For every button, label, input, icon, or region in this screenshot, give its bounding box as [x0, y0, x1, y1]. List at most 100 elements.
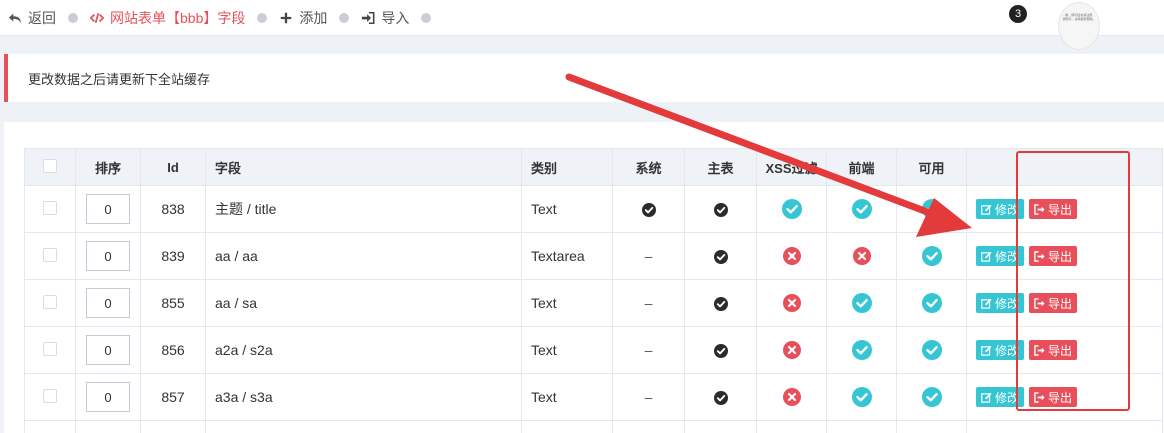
order-input[interactable]: [86, 241, 130, 271]
xss-cell: [756, 232, 827, 280]
row-select-cell: [24, 232, 76, 280]
col-type[interactable]: 类别: [521, 148, 613, 186]
frontend-check-icon[interactable]: [851, 293, 872, 313]
col-actions: [966, 148, 1163, 186]
partial-cell: [521, 420, 613, 433]
export-button[interactable]: 导出: [1029, 293, 1078, 313]
frontend-check-icon[interactable]: [851, 340, 872, 360]
actions-cell: 修改 导出: [966, 373, 1163, 421]
edit-button[interactable]: 修改: [976, 293, 1025, 313]
xss-cell: [756, 373, 827, 421]
id-cell: 855: [140, 279, 206, 327]
col-order[interactable]: 排序: [75, 148, 141, 186]
select-all-checkbox[interactable]: [43, 158, 57, 173]
edit-button[interactable]: 修改: [976, 387, 1025, 407]
import-button[interactable]: 导入: [361, 8, 409, 28]
export-button[interactable]: 导出: [1029, 340, 1078, 360]
partial-cell: [75, 420, 141, 433]
frontend-check-icon[interactable]: [851, 387, 872, 407]
sign-out-icon: [1034, 203, 1045, 215]
row-checkbox[interactable]: [43, 294, 57, 309]
col-xss[interactable]: XSS过滤: [756, 148, 827, 186]
edit-button[interactable]: 修改: [976, 246, 1025, 266]
id-cell: 838: [140, 185, 206, 233]
main-check-icon: [713, 344, 728, 359]
export-label: 导出: [1048, 296, 1073, 311]
row-checkbox[interactable]: [43, 200, 57, 215]
main-check-icon: [713, 297, 728, 312]
frontend-cell: [826, 279, 897, 327]
import-label: 导入: [381, 9, 410, 26]
export-button[interactable]: 导出: [1029, 387, 1078, 407]
order-input[interactable]: [86, 194, 130, 224]
edit-button[interactable]: 修改: [976, 199, 1025, 219]
row-checkbox[interactable]: [43, 341, 57, 356]
row-checkbox[interactable]: [43, 247, 57, 262]
main-check-icon: [713, 391, 728, 406]
separator-dot: [339, 12, 350, 23]
actions-cell: 修改 导出: [966, 326, 1163, 374]
edit-icon: [981, 204, 992, 215]
top-toolbar: 返回 网站表单【bbb】字段 添加 导入: [0, 0, 1164, 36]
partial-cell: [966, 420, 1163, 433]
xss-cross-icon[interactable]: [782, 247, 801, 266]
id-cell: 856: [140, 326, 206, 374]
table-row: 839aa / aaTextarea – 修改 导出: [24, 232, 1163, 280]
enabled-check-icon[interactable]: [921, 199, 942, 219]
edit-label: 修改: [995, 296, 1020, 311]
export-label: 导出: [1048, 202, 1073, 217]
partial-cell: [684, 420, 757, 433]
row-checkbox[interactable]: [43, 388, 57, 403]
sign-out-icon: [1034, 344, 1045, 356]
separator-dot: [257, 12, 268, 23]
partial-cell: [24, 420, 76, 433]
notification-badge[interactable]: 3: [1009, 5, 1027, 23]
xss-cross-icon[interactable]: [782, 388, 801, 407]
export-button[interactable]: 导出: [1029, 246, 1078, 266]
edit-button[interactable]: 修改: [976, 340, 1025, 360]
sign-out-icon: [1034, 297, 1045, 309]
frontend-check-icon[interactable]: [851, 199, 872, 219]
export-button[interactable]: 导出: [1029, 199, 1078, 219]
export-label: 导出: [1048, 390, 1073, 405]
edit-label: 修改: [995, 202, 1020, 217]
order-cell: [75, 185, 141, 233]
breadcrumb-current-label: 网站表单【bbb】字段: [110, 9, 246, 26]
order-input[interactable]: [86, 288, 130, 318]
breadcrumb-current[interactable]: 网站表单【bbb】字段: [90, 8, 245, 28]
avatar[interactable]: ...像，即可加友请注意，通知与，请用搜索帮助。: [1058, 2, 1100, 50]
col-system[interactable]: 系统: [612, 148, 685, 186]
col-enabled[interactable]: 可用: [896, 148, 967, 186]
type-cell: Text: [521, 373, 613, 421]
col-id[interactable]: Id: [140, 148, 206, 186]
xss-cross-icon[interactable]: [782, 341, 801, 360]
main-cell: [684, 279, 757, 327]
select-all-cell: [24, 148, 76, 186]
frontend-cell: [826, 185, 897, 233]
frontend-cell: [826, 232, 897, 280]
system-dash: –: [644, 342, 653, 358]
table-row-partial: [24, 420, 1163, 433]
main-cell: [684, 185, 757, 233]
system-cell: [612, 185, 685, 233]
main-cell: [684, 326, 757, 374]
back-button[interactable]: 返回: [8, 8, 56, 28]
xss-check-icon[interactable]: [781, 199, 802, 219]
id-cell: 857: [140, 373, 206, 421]
field-cell: aa / sa: [205, 279, 522, 327]
enabled-check-icon[interactable]: [921, 387, 942, 407]
sign-out-icon: [1034, 391, 1045, 403]
col-main[interactable]: 主表: [684, 148, 757, 186]
field-cell: a2a / s2a: [205, 326, 522, 374]
col-field[interactable]: 字段: [205, 148, 522, 186]
enabled-check-icon[interactable]: [921, 340, 942, 360]
frontend-cross-icon[interactable]: [852, 247, 871, 266]
col-frontend[interactable]: 前端: [826, 148, 897, 186]
order-input[interactable]: [86, 382, 130, 412]
order-input[interactable]: [86, 335, 130, 365]
partial-cell: [140, 420, 206, 433]
enabled-check-icon[interactable]: [921, 293, 942, 313]
add-button[interactable]: 添加: [279, 8, 327, 28]
xss-cross-icon[interactable]: [782, 294, 801, 313]
enabled-check-icon[interactable]: [921, 246, 942, 266]
